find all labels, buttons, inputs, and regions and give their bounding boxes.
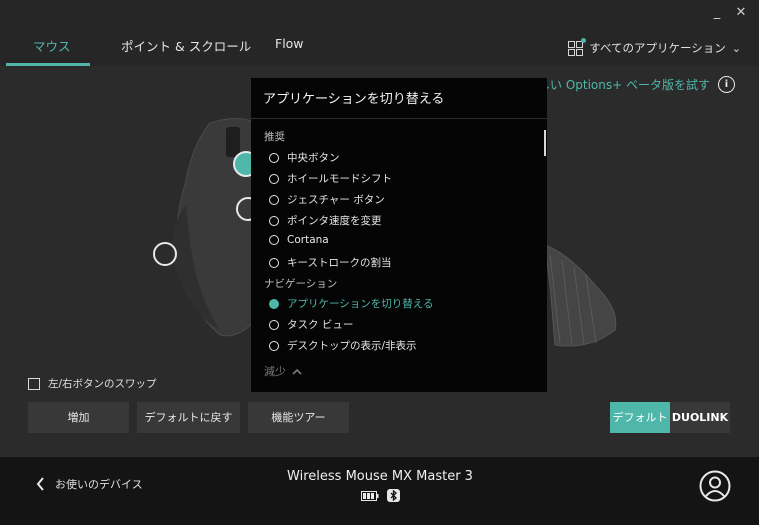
option-label: キーストロークの割当	[287, 257, 392, 269]
popup-title: アプリケーションを切り替える	[263, 92, 445, 107]
option-wheel-mode-shift[interactable]: ホイールモードシフト	[269, 171, 392, 186]
bluetooth-icon	[387, 489, 400, 502]
duolink-mode-button[interactable]: DUOLINK	[670, 402, 730, 433]
radio-icon	[269, 194, 279, 205]
option-label: デスクトップの表示/非表示	[287, 340, 417, 352]
radio-icon	[269, 340, 279, 351]
option-label: タスク ビュー	[287, 319, 354, 331]
swap-buttons-option[interactable]: 左/右ボタンのスワップ	[28, 376, 157, 391]
tab-mouse[interactable]: マウス	[33, 36, 71, 55]
apps-grid-icon	[568, 37, 587, 56]
default-mode-button[interactable]: デフォルト	[610, 402, 670, 433]
beta-banner[interactable]: 新しい Options+ ベータ版を試す i	[526, 76, 735, 93]
radio-icon	[269, 215, 279, 226]
back-label: お使いのデバイス	[55, 478, 143, 491]
option-label: ホイールモードシフト	[287, 173, 392, 185]
section-navigation: ナビゲーション	[264, 278, 338, 290]
option-label: Cortana	[287, 234, 329, 246]
option-label: ポインタ速度を変更	[287, 215, 382, 227]
popup-divider	[251, 118, 547, 119]
feature-tour-button[interactable]: 機能ツアー	[248, 402, 349, 433]
tab-point-scroll[interactable]: ポイント & スクロール	[121, 36, 251, 55]
beta-link[interactable]: 新しい Options+ ベータ版を試す	[526, 76, 710, 93]
info-icon[interactable]: i	[718, 76, 735, 93]
option-keystroke[interactable]: キーストロークの割当	[269, 255, 391, 270]
option-pointer-speed[interactable]: ポインタ速度を変更	[269, 213, 382, 228]
chevron-up-icon	[292, 368, 302, 375]
apps-selector[interactable]: すべてのアプリケーション ⌄	[568, 37, 741, 56]
device-name: Wireless Mouse MX Master 3	[287, 469, 473, 484]
mouse-body-right	[544, 244, 617, 347]
action-popup: アプリケーションを切り替える 推奨 中央ボタン ホイールモードシフト ジェスチャ…	[251, 78, 547, 392]
option-task-view[interactable]: タスク ビュー	[269, 317, 353, 332]
option-cortana[interactable]: Cortana	[269, 234, 329, 246]
active-tab-indicator	[6, 63, 90, 66]
option-middle-button[interactable]: 中央ボタン	[269, 150, 340, 165]
option-show-desktop[interactable]: デスクトップの表示/非表示	[269, 338, 417, 353]
swap-label: 左/右ボタンのスワップ	[48, 378, 157, 390]
popup-scrollbar[interactable]	[544, 130, 546, 156]
add-button[interactable]: 増加	[28, 402, 129, 433]
account-icon[interactable]	[699, 470, 731, 502]
restore-default-button[interactable]: デフォルトに戻す	[137, 402, 240, 433]
radio-selected-icon	[269, 298, 279, 309]
radio-icon	[269, 173, 279, 184]
chevron-down-icon: ⌄	[731, 41, 741, 55]
close-button[interactable]: ✕	[729, 3, 753, 23]
show-less-label: 減少	[264, 365, 286, 378]
minimize-button[interactable]: _	[705, 3, 729, 23]
radio-icon	[269, 235, 279, 245]
option-switch-application[interactable]: アプリケーションを切り替える	[269, 296, 433, 311]
option-label: アプリケーションを切り替える	[287, 298, 434, 310]
radio-icon	[269, 257, 279, 268]
radio-icon	[269, 152, 279, 163]
show-less-toggle[interactable]: 減少	[264, 363, 302, 379]
swap-checkbox[interactable]	[28, 377, 40, 390]
option-gesture-button[interactable]: ジェスチャー ボタン	[269, 192, 385, 207]
battery-icon	[361, 490, 379, 501]
back-to-devices[interactable]: お使いのデバイス	[36, 476, 143, 492]
apps-selector-label: すべてのアプリケーション	[589, 41, 726, 55]
device-status	[361, 489, 400, 502]
radio-icon	[269, 319, 279, 330]
title-bar: _ ✕	[0, 0, 759, 26]
hotspot-gesture-button[interactable]	[153, 242, 177, 266]
section-recommended: 推奨	[264, 131, 285, 143]
options-window: _ ✕ マウス ポイント & スクロール Flow すべてのアプリケーション ⌄…	[0, 0, 759, 525]
chevron-left-icon	[36, 477, 44, 491]
option-label: ジェスチャー ボタン	[287, 194, 385, 206]
tab-flow[interactable]: Flow	[275, 36, 304, 51]
option-label: 中央ボタン	[287, 152, 340, 164]
